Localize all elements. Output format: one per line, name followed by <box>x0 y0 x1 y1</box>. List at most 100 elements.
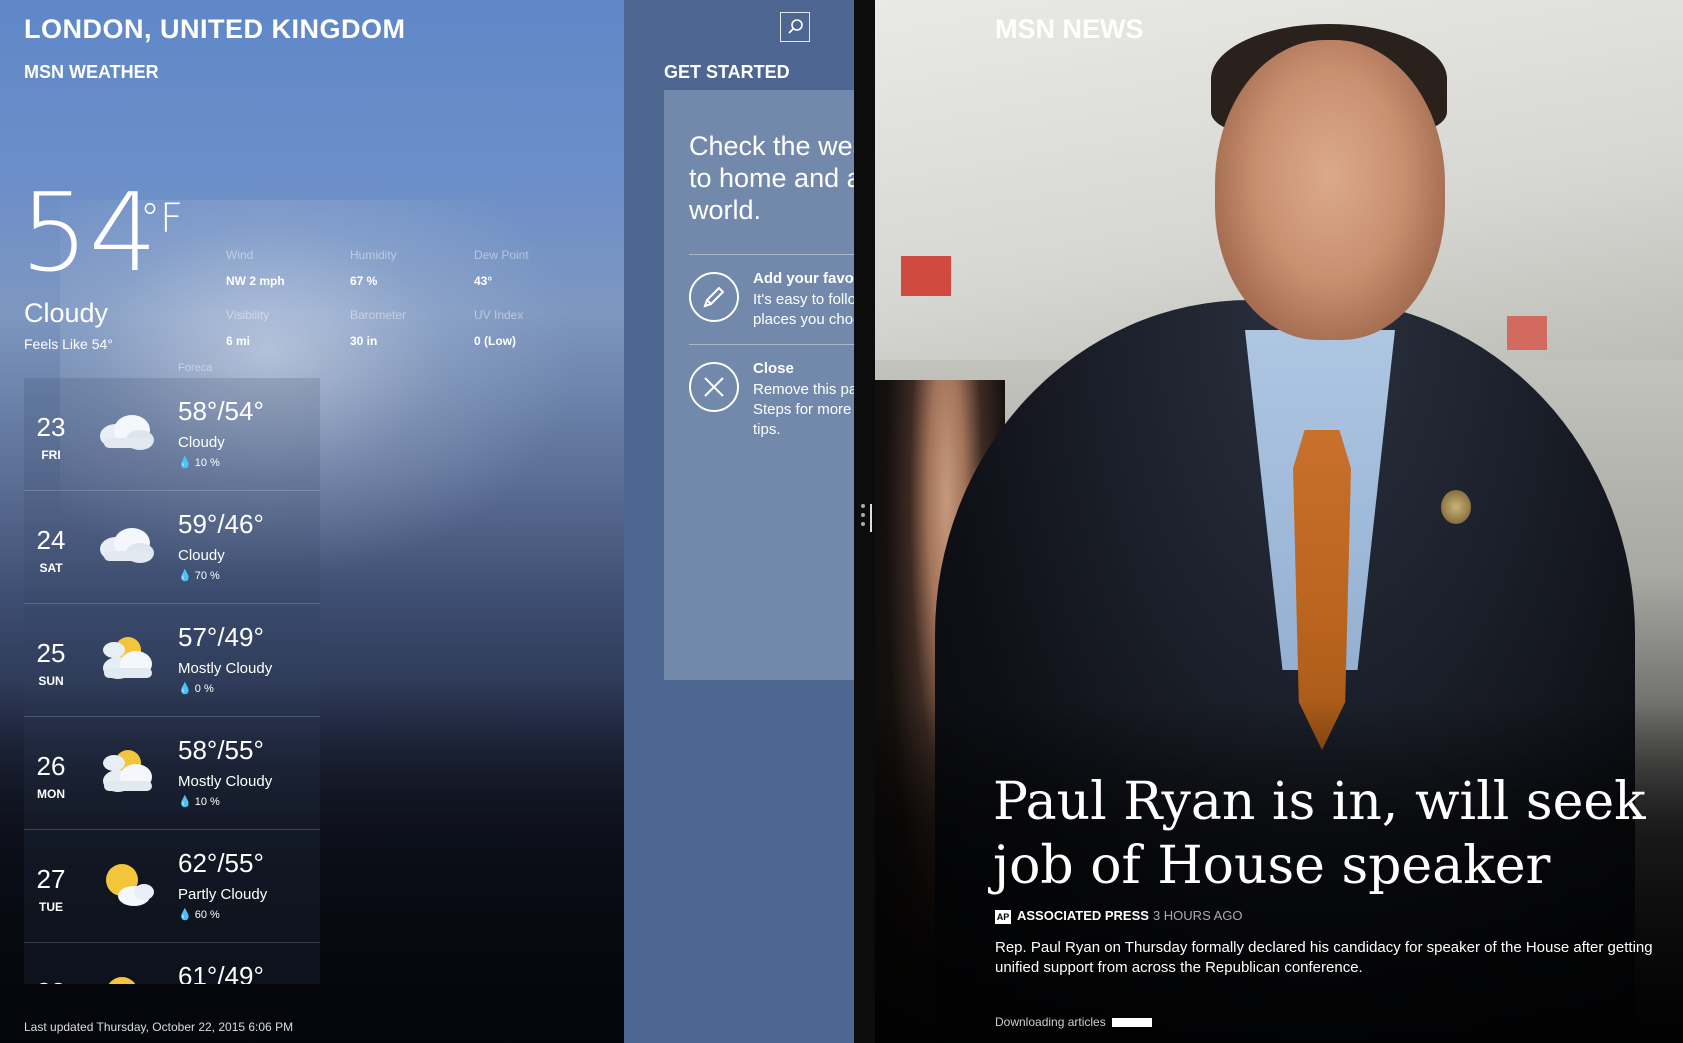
item-title: Close <box>753 360 794 377</box>
day-number: 28 <box>24 977 78 984</box>
detail-value: 67 % <box>350 274 378 288</box>
detail-uv-index: UV Index 0 (Low) <box>474 308 523 348</box>
close-icon <box>689 362 739 412</box>
mostly-cloudy-icon <box>103 750 152 792</box>
high-low: 57°/49° <box>178 622 264 652</box>
status-text: Downloading articles <box>995 1015 1106 1029</box>
current-condition: Cloudy <box>24 298 109 328</box>
article-source: AP ASSOCIATED PRESS 3 HOURS AGO <box>995 908 1243 924</box>
precip-chance: 💧 70 % <box>178 569 220 582</box>
article-summary[interactable]: Rep. Paul Ryan on Thursday formally decl… <box>995 938 1665 978</box>
precip-chance: 💧 60 % <box>178 908 220 921</box>
current-temperature: 54 <box>20 171 158 296</box>
detail-label: Humidity <box>350 248 397 262</box>
detail-label: Dew Point <box>474 248 529 262</box>
cloudy-icon <box>100 528 154 563</box>
detail-value: 0 (Low) <box>474 334 516 348</box>
divider <box>689 254 854 255</box>
day-number: 23 <box>36 412 66 442</box>
precip-value: 10 % <box>194 457 220 469</box>
weekday: MON <box>37 787 65 801</box>
high-low: 62°/55° <box>178 848 264 878</box>
source-name: ASSOCIATED PRESS <box>1017 908 1149 923</box>
forecast-day[interactable]: 23 FRI 58°/54° Cloudy 💧 10 % <box>24 378 320 491</box>
item-description: It's easy to follow places you choose. <box>753 291 854 328</box>
raindrop-icon: 💧 <box>178 909 192 921</box>
detail-wind: Wind NW 2 mph <box>226 248 285 288</box>
high-low: 59°/46° <box>178 509 264 539</box>
cloudy-icon <box>100 415 154 450</box>
detail-humidity: Humidity 67 % <box>350 248 397 288</box>
face <box>1215 40 1445 340</box>
news-pane[interactable]: MSN NEWS Paul Ryan is in, will seek job … <box>875 0 1683 1043</box>
time-ago: 3 HOURS AGO <box>1152 908 1243 923</box>
high-low: 58°/55° <box>178 735 264 765</box>
intro-text: Check the weather to home and around the… <box>689 131 854 225</box>
forecast-day[interactable]: 25 SUN 57°/49° Mostly Cloudy 💧 0 % <box>24 604 320 717</box>
detail-value: 30 in <box>350 334 378 348</box>
precip-value: 0 % <box>194 683 214 695</box>
precip-chance: 💧 10 % <box>178 456 220 469</box>
exit-sign <box>1507 316 1547 350</box>
forecast-condition: Cloudy <box>178 434 225 451</box>
detail-visibility: Visibility 6 mi <box>226 308 269 348</box>
detail-label: Wind <box>226 248 254 262</box>
detail-dew-point: Dew Point 43° <box>474 248 529 288</box>
search-button[interactable] <box>780 12 810 42</box>
provider-label[interactable]: Foreca <box>178 362 212 374</box>
pencil-icon <box>689 272 739 322</box>
day-number: 24 <box>36 525 66 555</box>
app-name: MSN NEWS <box>995 14 1144 44</box>
divider <box>689 344 854 345</box>
get-started-card: Check the weather to home and around the… <box>664 90 854 680</box>
get-started-header: GET STARTED <box>664 62 790 82</box>
detail-barometer: Barometer 30 in <box>350 308 406 348</box>
precip-chance: 💧 0 % <box>178 682 214 695</box>
snap-splitter[interactable] <box>854 0 875 1043</box>
weekday: SUN <box>38 674 64 688</box>
forecast-condition: Cloudy <box>178 547 225 564</box>
temperature-unit[interactable]: °F <box>140 196 183 242</box>
weekday: TUE <box>39 900 63 914</box>
splitter-handle[interactable] <box>870 504 872 532</box>
day-number: 26 <box>36 751 66 781</box>
partly-cloudy-icon <box>108 977 136 984</box>
drag-handle-icon[interactable] <box>861 504 867 534</box>
precip-chance: 💧 10 % <box>178 795 220 808</box>
app-name: MSN WEATHER <box>24 62 159 82</box>
daily-forecast-list[interactable]: 23 FRI 58°/54° Cloudy 💧 10 % 24 SAT 59°/… <box>24 378 320 984</box>
weekday: SAT <box>39 561 63 575</box>
detail-label: UV Index <box>474 308 524 322</box>
partly-cloudy-icon <box>106 864 154 906</box>
forecast-condition: Mostly Cloudy <box>178 660 273 677</box>
item-title: Add your favorites <box>753 270 854 287</box>
headline-link[interactable]: Paul Ryan is in, will seek job of House … <box>993 770 1683 898</box>
raindrop-icon: 💧 <box>178 796 192 808</box>
detail-label: Visibility <box>226 308 270 322</box>
get-started-pane: GET STARTED Check the weather to home an… <box>624 0 854 1043</box>
forecast-day[interactable]: 24 SAT 59°/46° Cloudy 💧 70 % <box>24 491 320 604</box>
forecast-day[interactable]: 28 61°/49° <box>24 943 320 984</box>
weather-pane: LONDON, UNITED KINGDOM MSN WEATHER 54 °F… <box>0 0 624 1043</box>
detail-value: 43° <box>474 274 493 288</box>
lapel-pin <box>1441 490 1471 524</box>
search-icon <box>788 19 803 34</box>
raindrop-icon: 💧 <box>178 457 192 469</box>
location-title[interactable]: LONDON, UNITED KINGDOM <box>24 14 406 45</box>
last-updated: Last updated Thursday, October 22, 2015 … <box>24 1020 294 1034</box>
item-description: Remove this panel. Steps for more tips. <box>753 381 854 438</box>
precip-value: 10 % <box>194 796 220 808</box>
mostly-cloudy-icon <box>103 637 152 679</box>
feels-like: Feels Like 54° <box>24 336 113 352</box>
raindrop-icon: 💧 <box>178 683 192 695</box>
detail-label: Barometer <box>350 308 407 322</box>
forecast-day[interactable]: 26 MON 58°/55° Mostly Cloudy 💧 10 % <box>24 717 320 830</box>
detail-value: 6 mi <box>226 334 251 348</box>
exit-sign <box>901 256 951 296</box>
precip-value: 70 % <box>194 570 220 582</box>
forecast-condition: Mostly Cloudy <box>178 773 273 790</box>
forecast-condition: Partly Cloudy <box>178 886 268 903</box>
raindrop-icon: 💧 <box>178 570 192 582</box>
precip-value: 60 % <box>194 909 220 921</box>
forecast-day[interactable]: 27 TUE 62°/55° Partly Cloudy 💧 60 % <box>24 830 320 943</box>
